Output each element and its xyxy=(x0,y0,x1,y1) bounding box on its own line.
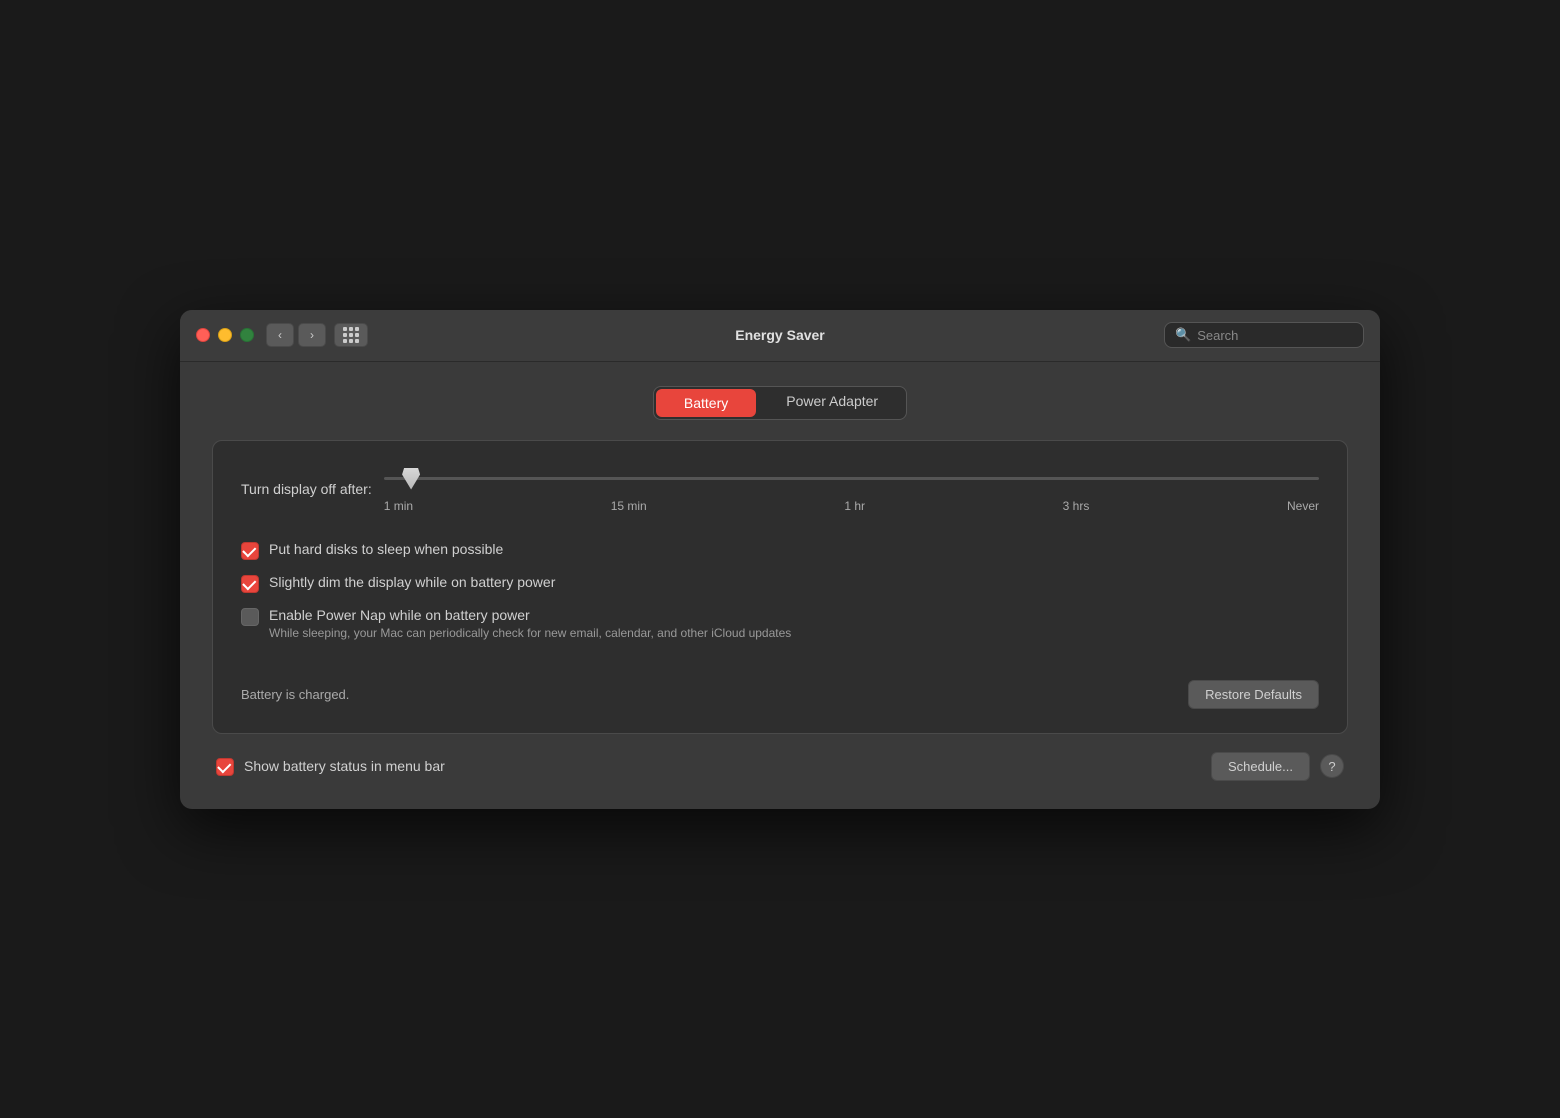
nav-buttons: ‹ › xyxy=(266,323,368,347)
slider-label-15min: 15 min xyxy=(611,499,647,513)
slider-label-never: Never xyxy=(1287,499,1319,513)
checkbox-box-hard-disks[interactable] xyxy=(241,542,259,560)
checkbox-text-dim-display: Slightly dim the display while on batter… xyxy=(269,574,555,590)
footer: Show battery status in menu bar Schedule… xyxy=(212,752,1348,781)
main-window: ‹ › Energy Saver 🔍 Battery Power Adapter xyxy=(180,310,1380,809)
checkbox-box-power-nap[interactable] xyxy=(241,608,259,626)
grid-icon xyxy=(343,327,359,343)
display-sleep-slider-section: Turn display off after: 1 min 15 min 1 h… xyxy=(241,465,1319,513)
slider-label-1hr: 1 hr xyxy=(844,499,865,513)
checkbox-hard-disks[interactable] xyxy=(241,542,259,560)
show-battery-label: Show battery status in menu bar xyxy=(244,758,445,774)
display-sleep-slider[interactable] xyxy=(384,477,1319,480)
slider-label-1min: 1 min xyxy=(384,499,413,513)
footer-left: Show battery status in menu bar xyxy=(216,757,445,776)
grid-button[interactable] xyxy=(334,323,368,347)
checkbox-box-dim-display[interactable] xyxy=(241,575,259,593)
checkbox-dim-display[interactable] xyxy=(241,575,259,593)
minimize-button[interactable] xyxy=(218,328,232,342)
checkbox-row-dim-display: Slightly dim the display while on batter… xyxy=(241,574,1319,593)
restore-defaults-button[interactable]: Restore Defaults xyxy=(1188,680,1319,709)
checkbox-box-show-battery[interactable] xyxy=(216,758,234,776)
forward-button[interactable]: › xyxy=(298,323,326,347)
slider-label: Turn display off after: xyxy=(241,481,372,497)
slider-track-wrapper xyxy=(384,465,1319,493)
schedule-button[interactable]: Schedule... xyxy=(1211,752,1310,781)
checkbox-label-dim-display: Slightly dim the display while on batter… xyxy=(269,574,555,590)
checkbox-sublabel-power-nap: While sleeping, your Mac can periodicall… xyxy=(269,626,791,640)
tab-group: Battery Power Adapter xyxy=(653,386,907,420)
help-button[interactable]: ? xyxy=(1320,754,1344,778)
search-bar: 🔍 xyxy=(1164,322,1364,348)
search-input[interactable] xyxy=(1197,328,1353,343)
checkbox-text-power-nap: Enable Power Nap while on battery power … xyxy=(269,607,791,640)
checkbox-label-hard-disks: Put hard disks to sleep when possible xyxy=(269,541,503,557)
checkbox-row-power-nap: Enable Power Nap while on battery power … xyxy=(241,607,1319,640)
settings-panel: Turn display off after: 1 min 15 min 1 h… xyxy=(212,440,1348,734)
slider-row: Turn display off after: 1 min 15 min 1 h… xyxy=(241,465,1319,513)
slider-labels: 1 min 15 min 1 hr 3 hrs Never xyxy=(384,499,1319,513)
titlebar: ‹ › Energy Saver 🔍 xyxy=(180,310,1380,362)
slider-label-3hrs: 3 hrs xyxy=(1063,499,1090,513)
slider-container: 1 min 15 min 1 hr 3 hrs Never xyxy=(384,465,1319,513)
tab-battery[interactable]: Battery xyxy=(656,389,756,417)
checkbox-text-hard-disks: Put hard disks to sleep when possible xyxy=(269,541,503,557)
battery-status-text: Battery is charged. xyxy=(241,687,349,702)
panel-bottom: Battery is charged. Restore Defaults xyxy=(241,680,1319,709)
checkbox-show-battery[interactable] xyxy=(216,758,234,776)
checkbox-power-nap[interactable] xyxy=(241,608,259,626)
window-title: Energy Saver xyxy=(735,327,825,343)
tab-power-adapter[interactable]: Power Adapter xyxy=(758,387,906,419)
content-area: Battery Power Adapter Turn display off a… xyxy=(180,362,1380,809)
checkbox-label-power-nap: Enable Power Nap while on battery power xyxy=(269,607,791,623)
maximize-button[interactable] xyxy=(240,328,254,342)
checkbox-list: Put hard disks to sleep when possible Sl… xyxy=(241,541,1319,640)
tab-bar: Battery Power Adapter xyxy=(212,386,1348,420)
traffic-lights xyxy=(196,328,254,342)
search-icon: 🔍 xyxy=(1175,327,1191,343)
close-button[interactable] xyxy=(196,328,210,342)
back-button[interactable]: ‹ xyxy=(266,323,294,347)
footer-right: Schedule... ? xyxy=(1211,752,1344,781)
checkbox-row-hard-disks: Put hard disks to sleep when possible xyxy=(241,541,1319,560)
